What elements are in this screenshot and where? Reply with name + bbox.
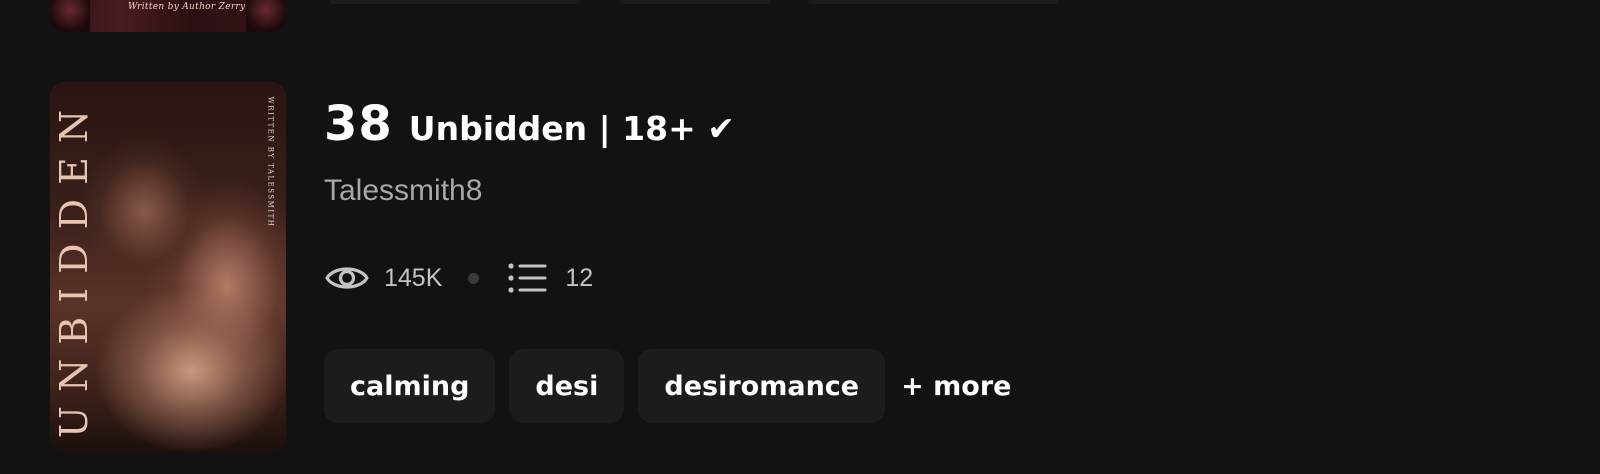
cover-title-text: UNBIDDEN xyxy=(52,95,97,439)
reads-count: 145K xyxy=(384,263,443,292)
previous-story-title-edge xyxy=(330,0,580,4)
eye-icon xyxy=(324,261,370,295)
tag-chip[interactable]: desiromance xyxy=(638,349,886,423)
list-icon xyxy=(507,261,547,295)
previous-story-tag-edge xyxy=(808,0,1058,4)
parts-count: 12 xyxy=(565,263,594,292)
story-rank: 38 xyxy=(324,96,393,152)
previous-story-cover[interactable]: Written by Author Zerry xyxy=(50,0,286,32)
story-title[interactable]: Unbidden | 18+ ✔ xyxy=(409,109,735,148)
tag-chip[interactable]: calming xyxy=(324,349,496,423)
cover-ornament xyxy=(246,0,286,32)
separator-dot xyxy=(468,272,480,284)
cover-credit-text: WRITTEN BY TALESSMITH xyxy=(266,96,274,228)
story-info: 38 Unbidden | 18+ ✔ Talessmith8 145K 12 xyxy=(324,96,1224,298)
more-tags-link[interactable]: + more xyxy=(901,371,1011,402)
story-list-page: Written by Author Zerry UNBIDDEN WRITTEN… xyxy=(0,0,1600,474)
story-title-row[interactable]: 38 Unbidden | 18+ ✔ xyxy=(324,96,1224,160)
story-stats: 145K 12 xyxy=(324,258,1224,298)
tag-chip[interactable]: desi xyxy=(509,349,625,423)
previous-story-tag-edge xyxy=(620,0,770,4)
story-tags: calming desi desiromance + more xyxy=(324,349,1011,423)
previous-cover-credit: Written by Author Zerry xyxy=(128,2,246,12)
story-author[interactable]: Talessmith8 xyxy=(324,174,1224,208)
cover-ornament xyxy=(50,0,90,32)
story-cover[interactable]: UNBIDDEN WRITTEN BY TALESSMITH xyxy=(50,82,286,452)
